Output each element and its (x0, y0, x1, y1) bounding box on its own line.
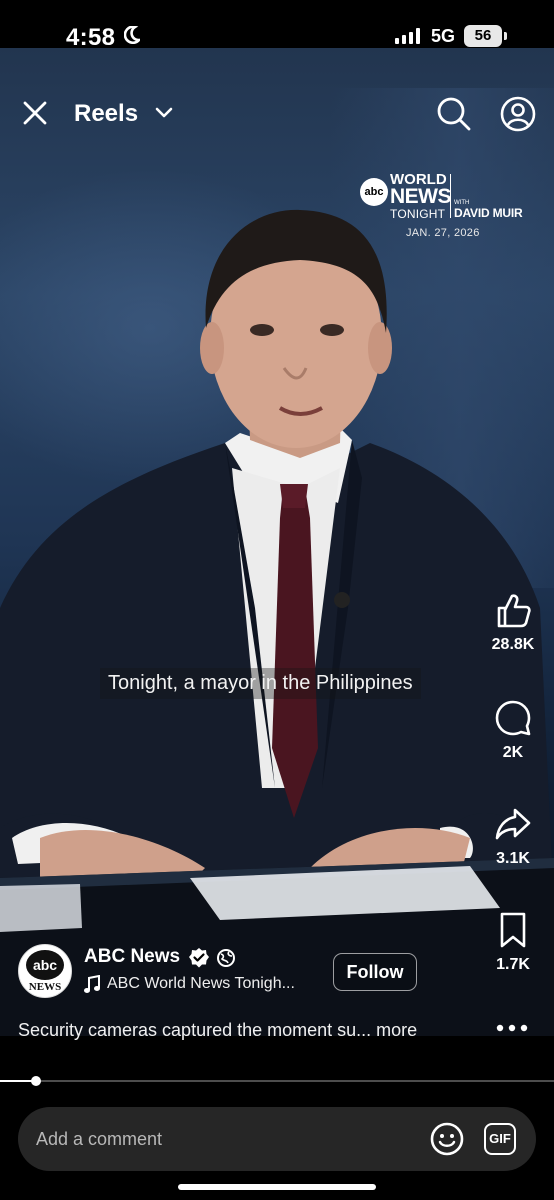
reel-video[interactable]: abc WORLD NEWS TONIGHT WITH DAVID MUIR J… (0, 48, 554, 1036)
share-count: 3.1K (496, 850, 530, 867)
chevron-down-icon[interactable] (154, 106, 174, 120)
comment-icon[interactable] (493, 698, 533, 738)
bookmark-icon[interactable] (493, 910, 533, 950)
avatar[interactable]: abc NEWS (18, 944, 72, 998)
like-button[interactable]: 28.8K (478, 590, 548, 654)
account-name[interactable]: ABC News (84, 946, 180, 968)
broadcast-date: JAN. 27, 2026 (406, 227, 480, 239)
news-anchor (0, 209, 554, 1036)
audio-track[interactable]: ABC World News Tonigh... (107, 975, 295, 993)
logo-news: NEWS (390, 185, 452, 208)
reels-title[interactable]: Reels (74, 100, 138, 128)
gif-label: GIF (489, 1131, 511, 1146)
reels-header: Reels (0, 48, 554, 178)
search-icon[interactable] (436, 96, 472, 132)
comment-bar: GIF (18, 1107, 536, 1171)
globe-icon (217, 949, 235, 967)
share-button[interactable]: 3.1K (478, 804, 548, 868)
logo-divider (450, 174, 451, 218)
gif-icon[interactable]: GIF (484, 1123, 516, 1155)
comment-input[interactable] (36, 1107, 416, 1171)
comment-count: 2K (502, 744, 524, 761)
video-caption: Tonight, a mayor in the Philippines (100, 668, 421, 699)
like-count: 28.8K (491, 636, 535, 653)
emoji-icon[interactable] (430, 1122, 464, 1156)
reel-description[interactable]: Security cameras captured the moment su.… (18, 1020, 417, 1041)
profile-icon[interactable] (500, 96, 536, 132)
avatar-label: NEWS (28, 981, 62, 993)
status-bar: 4:58 5G 56 (0, 0, 554, 51)
avatar-logo: abc (26, 950, 64, 980)
home-indicator[interactable] (178, 1184, 376, 1190)
verified-icon (189, 948, 209, 968)
network-label: 5G (431, 26, 456, 46)
music-icon (84, 975, 100, 993)
like-icon[interactable] (493, 590, 533, 630)
follow-button[interactable]: Follow (333, 953, 417, 991)
progress-bar[interactable] (0, 1080, 554, 1082)
more-icon[interactable] (494, 1018, 530, 1038)
save-button[interactable]: 1.7K (478, 910, 548, 974)
comment-button[interactable]: 2K (478, 698, 548, 762)
battery-icon: 56 (464, 25, 507, 47)
logo-host: DAVID MUIR (454, 206, 523, 220)
save-count: 1.7K (496, 956, 530, 973)
abc-logo-icon: abc (360, 178, 388, 206)
logo-tonight: TONIGHT (390, 207, 446, 221)
moon-icon (124, 26, 140, 44)
share-icon[interactable] (493, 804, 533, 844)
progress-handle[interactable] (31, 1076, 41, 1086)
signal-icon (395, 28, 420, 44)
close-icon[interactable] (22, 100, 48, 126)
